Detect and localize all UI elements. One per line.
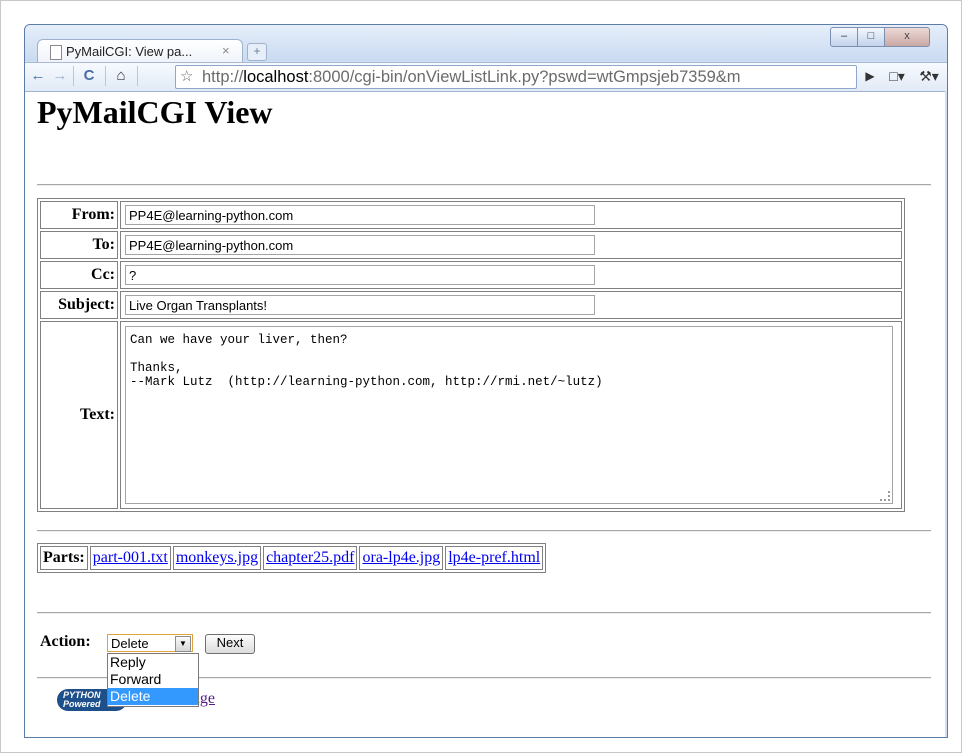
text-label: Text: <box>40 321 118 509</box>
from-label: From: <box>40 201 118 229</box>
minimize-button[interactable]: – <box>830 27 858 47</box>
forward-icon[interactable]: → <box>51 65 69 87</box>
browser-window: PyMailCGI: View pa... × + – □ x ← → C ⌂ … <box>24 24 948 738</box>
part-link[interactable]: chapter25.pdf <box>266 549 354 566</box>
to-row: To: PP4E@learning-python.com <box>40 231 902 259</box>
cc-row: Cc: ? <box>40 261 902 289</box>
header-fields-table: From: PP4E@learning-python.com To: PP4E@… <box>37 198 905 512</box>
page-menu-icon[interactable]: □▾ <box>883 65 911 87</box>
subject-field[interactable]: Live Organ Transplants! <box>125 295 595 315</box>
to-field[interactable]: PP4E@learning-python.com <box>125 235 595 255</box>
resize-grip-icon[interactable] <box>880 491 890 501</box>
star-icon[interactable]: ☆ <box>180 67 193 85</box>
divider <box>37 612 931 614</box>
home-icon[interactable]: ⌂ <box>109 65 133 87</box>
action-label: Action: <box>40 633 91 650</box>
reload-icon[interactable]: C <box>77 65 101 87</box>
part-link[interactable]: lp4e-pref.html <box>448 549 540 566</box>
page-viewport: PyMailCGI View From: PP4E@learning-pytho… <box>25 91 945 737</box>
title-bar: PyMailCGI: View pa... × + – □ x <box>25 25 947 64</box>
tab-close-icon[interactable]: × <box>222 43 230 58</box>
next-button[interactable]: Next <box>205 634 255 654</box>
back-icon[interactable]: ← <box>29 65 47 87</box>
new-tab-button[interactable]: + <box>247 43 267 61</box>
from-row: From: PP4E@learning-python.com <box>40 201 902 229</box>
url-text[interactable]: http://localhost:8000/cgi-bin/onViewList… <box>202 66 852 88</box>
page-icon <box>50 45 62 60</box>
action-dropdown-list: Reply Forward Delete <box>107 653 199 707</box>
dropdown-option-delete[interactable]: Delete <box>108 688 198 705</box>
url-host: localhost <box>243 68 309 86</box>
address-bar[interactable]: ☆ http://localhost:8000/cgi-bin/onViewLi… <box>175 65 857 89</box>
cc-field[interactable]: ? <box>125 265 595 285</box>
browser-tab[interactable]: PyMailCGI: View pa... × <box>37 39 243 64</box>
subject-row: Subject: Live Organ Transplants! <box>40 291 902 319</box>
action-select[interactable]: Delete ▼ <box>107 634 193 652</box>
part-link[interactable]: ora-lp4e.jpg <box>362 549 440 566</box>
go-icon[interactable]: ▶ <box>861 65 879 87</box>
part-link[interactable]: monkeys.jpg <box>176 549 258 566</box>
part-link[interactable]: part-001.txt <box>93 549 168 566</box>
message-text-area[interactable]: Can we have your liver, then? Thanks, --… <box>125 326 893 504</box>
message-body: Can we have your liver, then? Thanks, --… <box>130 333 603 389</box>
parts-table: Parts: part-001.txt monkeys.jpg chapter2… <box>37 543 547 573</box>
from-field[interactable]: PP4E@learning-python.com <box>125 205 595 225</box>
parts-label: Parts: <box>40 546 88 570</box>
to-label: To: <box>40 231 118 259</box>
toolbar-divider <box>137 66 138 86</box>
page-content: PyMailCGI View From: PP4E@learning-pytho… <box>25 92 945 737</box>
maximize-button[interactable]: □ <box>857 27 885 47</box>
dropdown-option-reply[interactable]: Reply <box>108 654 198 671</box>
dropdown-option-forward[interactable]: Forward <box>108 671 198 688</box>
toolbar-divider <box>105 66 106 86</box>
chevron-down-icon[interactable]: ▼ <box>175 636 191 652</box>
browser-toolbar: ← → C ⌂ ☆ http://localhost:8000/cgi-bin/… <box>25 62 947 91</box>
text-row: Text: Can we have your liver, then? Than… <box>40 321 902 509</box>
page-title: PyMailCGI View <box>37 94 273 130</box>
close-window-button[interactable]: x <box>884 27 930 47</box>
cc-label: Cc: <box>40 261 118 289</box>
divider <box>37 530 931 532</box>
action-selected-value: Delete <box>111 636 149 651</box>
subject-label: Subject: <box>40 291 118 319</box>
tab-title: PyMailCGI: View pa... <box>66 44 193 59</box>
toolbar-divider <box>73 66 74 86</box>
wrench-icon[interactable]: ⚒▾ <box>915 65 943 87</box>
divider <box>37 184 931 186</box>
